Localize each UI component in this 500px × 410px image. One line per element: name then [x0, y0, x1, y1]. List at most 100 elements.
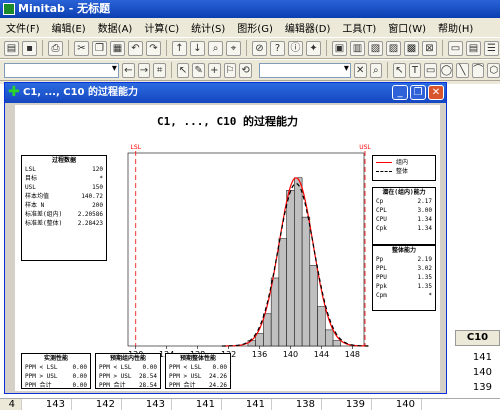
row-value: 3.02 [417, 265, 432, 272]
down-icon[interactable]: ↓ [190, 40, 205, 56]
graph-window[interactable]: C1, ..., C10 的过程能力 ✚ _ ❐ ✕ C1, ..., C10 … [4, 82, 447, 394]
menu-file[interactable]: 文件(F) [0, 20, 46, 35]
tip-icon[interactable]: ✦ [306, 40, 321, 56]
undo-icon[interactable]: ↶ [128, 40, 143, 56]
worksheet-cell[interactable]: 140 [372, 399, 422, 410]
close-x-icon[interactable]: ✕ [353, 62, 367, 78]
lsl-label: LSL [130, 144, 141, 151]
row-value: 1.34 [417, 216, 432, 223]
graph-window-title-bar[interactable]: C1, ..., C10 的过程能力 [5, 83, 446, 103]
menu-editor[interactable]: 编辑器(D) [279, 20, 337, 35]
help-icon[interactable]: ? [270, 40, 285, 56]
row-number[interactable]: 4 [0, 399, 22, 410]
graph-window-icon[interactable]: ▧ [368, 40, 383, 56]
row-key: PPM < LSL [169, 364, 202, 371]
row-value: 3.00 [417, 207, 432, 214]
ppm-row: PPM > USL 24.26 [166, 372, 230, 381]
arrow-right-icon[interactable]: → [137, 62, 151, 78]
select-pointer-icon[interactable]: ↖ [176, 62, 190, 78]
worksheet-cell[interactable]: 141 [172, 399, 222, 410]
process-data-row: 目标 * [22, 174, 106, 183]
row-key: PPL [376, 265, 387, 272]
menu-calc[interactable]: 计算(C) [138, 20, 185, 35]
menu-tools[interactable]: 工具(T) [336, 20, 382, 35]
worksheet-icon[interactable]: ▥ [350, 40, 365, 56]
pencil-icon[interactable]: ✎ [192, 62, 205, 78]
find-icon[interactable]: ⌕ [208, 40, 223, 56]
ppm-row: PPM > USL 0.00 [22, 372, 90, 381]
up-icon[interactable]: ↑ [172, 40, 187, 56]
row-key: PPM > USL [99, 373, 132, 380]
worksheet-cell[interactable]: 143 [22, 399, 72, 410]
toolbar-divider [68, 40, 69, 56]
layout-icon[interactable]: ▭ [448, 40, 463, 56]
app-title-bar: Minitab - 无标题 [0, 0, 500, 18]
line-tool-icon[interactable]: ╲ [456, 62, 469, 78]
row-value: * [428, 292, 432, 299]
redo-icon[interactable]: ↷ [146, 40, 161, 56]
histogram-bar [301, 216, 311, 347]
rectangle-tool-icon[interactable]: ▭ [424, 62, 437, 78]
plus-icon[interactable]: + [207, 62, 221, 78]
menu-edit[interactable]: 编辑(E) [46, 20, 92, 35]
pointer-icon[interactable]: ↖ [392, 62, 406, 78]
histogram-bar [278, 238, 287, 347]
worksheet-cell[interactable]: 139 [322, 399, 372, 410]
capability-row: CPL 3.00 [373, 206, 435, 215]
polyline-tool-icon[interactable]: ⌒ [471, 62, 485, 78]
paste-icon[interactable]: ▦ [110, 40, 125, 56]
process-data-row: 样本 N 200 [22, 201, 106, 210]
cancel-icon[interactable]: ⊘ [252, 40, 267, 56]
polygon-tool-icon[interactable]: ⬡ [487, 62, 500, 78]
minimize-button[interactable]: _ [392, 85, 408, 100]
session-window-icon[interactable]: ▣ [332, 40, 347, 56]
menu-data[interactable]: 数据(A) [92, 20, 139, 35]
zoom-icon[interactable]: ⌕ [369, 62, 383, 78]
potential-capability-box: 潜在(组内)能力 Cp 2.17 CPL 3.00 CPU 1.34 Cpk 1.34 [372, 187, 436, 245]
menu-graph[interactable]: 图形(G) [231, 20, 279, 35]
toolbar-divider [387, 62, 388, 78]
overall-line-swatch [376, 171, 392, 172]
x-tick-label: 140 [283, 350, 298, 359]
worksheet-cell[interactable]: 139 [452, 382, 492, 393]
row-value: 0.00 [212, 364, 227, 371]
ellipse-tool-icon[interactable]: ◯ [439, 62, 454, 78]
tile-icon[interactable]: ▨ [386, 40, 401, 56]
worksheet-cell[interactable]: 141 [222, 399, 272, 410]
graph-element-dropdown[interactable] [258, 62, 351, 78]
flag-icon[interactable]: ⚐ [223, 62, 237, 78]
cascade-icon[interactable]: ▩ [404, 40, 419, 56]
app-title: Minitab - 无标题 [18, 2, 111, 15]
process-data-row: 样本均值 140.72 [22, 192, 106, 201]
copy-icon[interactable]: ❐ [92, 40, 107, 56]
worksheet-cell[interactable]: 140 [452, 367, 492, 378]
column-dropdown[interactable] [4, 62, 119, 78]
project-manager-icon[interactable]: ▤ [466, 40, 481, 56]
info-icon[interactable]: ⓘ [288, 40, 303, 56]
close-all-icon[interactable]: ⊠ [422, 40, 437, 56]
worksheet-cell[interactable]: 138 [272, 399, 322, 410]
graph-plus-icon: ✚ [8, 84, 20, 100]
brush-icon[interactable]: ⌗ [153, 62, 166, 78]
histogram-bar [317, 306, 326, 347]
print-icon[interactable]: ⎙ [48, 40, 63, 56]
row-value: 2.19 [417, 256, 432, 263]
cut-icon[interactable]: ✂ [74, 40, 89, 56]
menu-stat[interactable]: 统计(S) [185, 20, 231, 35]
worksheet-cell[interactable]: 142 [72, 399, 122, 410]
open-icon[interactable]: ▤ [4, 40, 19, 56]
worksheet-cell[interactable]: 143 [122, 399, 172, 410]
menu-window[interactable]: 窗口(W) [382, 20, 432, 35]
find-next-icon[interactable]: ⌖ [226, 40, 241, 56]
worksheet-column-header[interactable]: C10 [455, 330, 500, 346]
restore-button[interactable]: ❐ [410, 85, 426, 100]
history-icon[interactable]: ☰ [484, 40, 499, 56]
edit-icon[interactable]: ⟲ [239, 62, 252, 78]
close-button[interactable]: ✕ [428, 85, 444, 100]
histogram-bar [325, 329, 334, 347]
worksheet-cell[interactable]: 141 [452, 352, 492, 363]
arrow-left-icon[interactable]: ← [121, 62, 135, 78]
text-tool-icon[interactable]: T [408, 62, 422, 78]
save-icon[interactable]: ▪ [22, 40, 37, 56]
menu-help[interactable]: 帮助(H) [432, 20, 479, 35]
